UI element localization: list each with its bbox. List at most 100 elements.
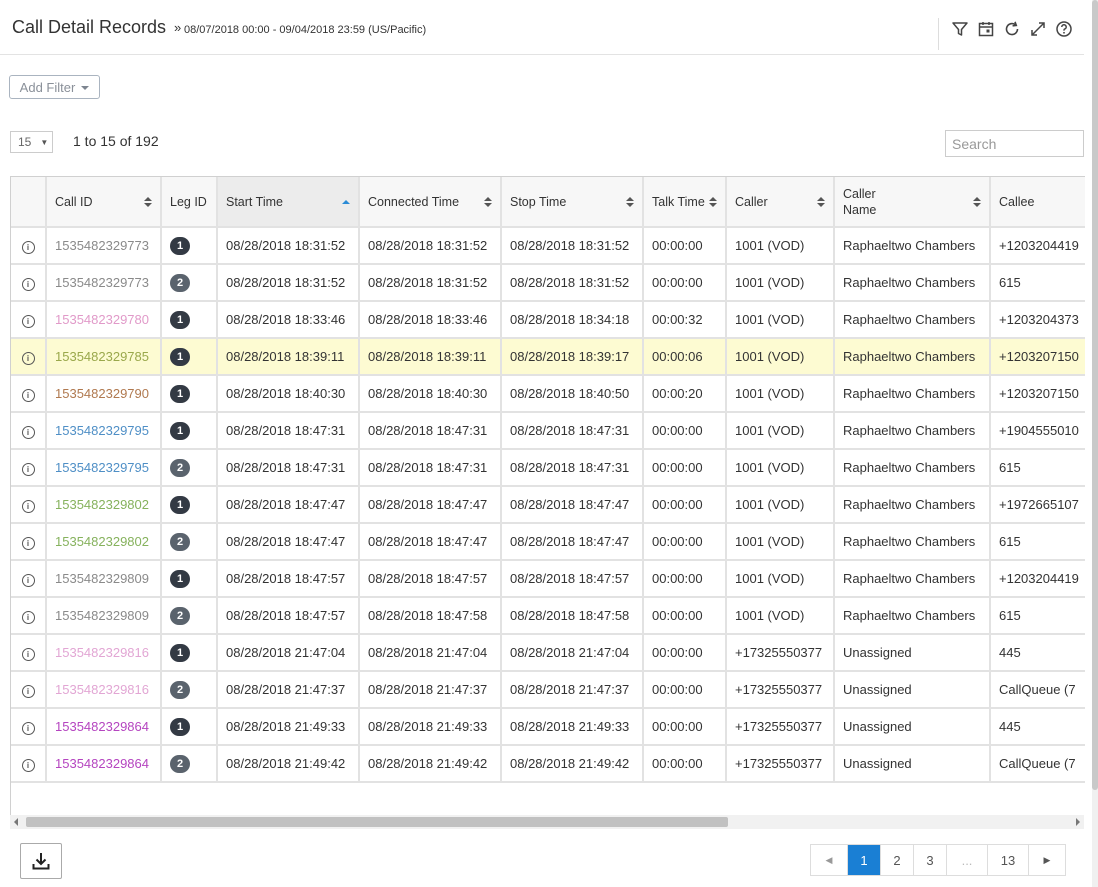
column-header-start-time[interactable]: Start Time xyxy=(217,177,360,228)
call-id-link[interactable]: 1535482329773 xyxy=(55,275,149,290)
download-button[interactable] xyxy=(20,843,62,879)
cell-caller-name: Raphaeltwo Chambers xyxy=(834,486,991,524)
info-icon[interactable]: i xyxy=(21,536,35,550)
help-icon[interactable] xyxy=(1053,18,1075,40)
info-icon[interactable]: i xyxy=(21,388,35,402)
calendar-icon[interactable] xyxy=(975,18,997,40)
scroll-left-icon[interactable] xyxy=(14,818,18,826)
cell-stop-time: 08/28/2018 18:40:50 xyxy=(501,375,644,413)
table-row[interactable]: i 1535482329795 1 08/28/2018 18:47:31 08/28/… xyxy=(11,412,1085,450)
column-header-call-id[interactable]: Call ID xyxy=(46,177,162,228)
prev-page-button[interactable]: ◀ xyxy=(811,845,848,875)
vertical-scrollbar-thumb[interactable] xyxy=(1092,0,1098,790)
cell-leg-id: 2 xyxy=(161,523,218,561)
table-row[interactable]: i 1535482329790 1 08/28/2018 18:40:30 08/28/… xyxy=(11,375,1085,413)
info-icon[interactable]: i xyxy=(21,610,35,624)
add-filter-button[interactable]: Add Filter xyxy=(9,75,100,99)
info-icon[interactable]: i xyxy=(21,499,35,513)
table-row[interactable]: i 1535482329785 1 08/28/2018 18:39:11 08/28/… xyxy=(11,338,1085,376)
call-id-link[interactable]: 1535482329802 xyxy=(55,534,149,549)
info-icon[interactable]: i xyxy=(21,314,35,328)
sort-icon[interactable] xyxy=(973,196,981,207)
page-2-button[interactable]: 2 xyxy=(881,845,914,875)
scroll-right-icon[interactable] xyxy=(1076,818,1080,826)
table-row[interactable]: i 1535482329864 2 08/28/2018 21:49:42 08/28/… xyxy=(11,745,1085,783)
info-icon[interactable]: i xyxy=(21,425,35,439)
info-icon[interactable]: i xyxy=(21,351,35,365)
call-id-link[interactable]: 1535482329790 xyxy=(55,386,149,401)
cell-talk-time: 00:00:00 xyxy=(643,708,727,746)
page-size-select[interactable]: 15 ▼ xyxy=(10,131,53,153)
sort-icon[interactable] xyxy=(709,196,717,207)
vertical-scrollbar[interactable] xyxy=(1092,0,1098,887)
refresh-icon[interactable] xyxy=(1001,18,1023,40)
sort-icon[interactable] xyxy=(144,196,152,207)
cell-caller-name: Unassigned xyxy=(834,634,991,672)
expand-icon[interactable] xyxy=(1027,18,1049,40)
page-13-button[interactable]: 13 xyxy=(988,845,1029,875)
cell-caller-name: Raphaeltwo Chambers xyxy=(834,449,991,487)
sort-icon[interactable] xyxy=(626,196,634,207)
cell-caller-name: Raphaeltwo Chambers xyxy=(834,560,991,598)
table-row[interactable]: i 1535482329809 2 08/28/2018 18:47:57 08/28/… xyxy=(11,597,1085,635)
cell-caller: 1001 (VOD) xyxy=(726,523,835,561)
page-1-button[interactable]: 1 xyxy=(848,845,881,875)
call-id-link[interactable]: 1535482329795 xyxy=(55,460,149,475)
call-id-link[interactable]: 1535482329809 xyxy=(55,571,149,586)
call-id-link[interactable]: 1535482329773 xyxy=(55,238,149,253)
table-row[interactable]: i 1535482329864 1 08/28/2018 21:49:33 08/28/… xyxy=(11,708,1085,746)
table-row[interactable]: i 1535482329802 2 08/28/2018 18:47:47 08/28/… xyxy=(11,523,1085,561)
cell-connected-time: 08/28/2018 18:31:52 xyxy=(359,264,502,302)
table-row[interactable]: i 1535482329816 2 08/28/2018 21:47:37 08/28/… xyxy=(11,671,1085,709)
column-header-label: Start Time xyxy=(226,194,283,209)
horizontal-scrollbar-thumb[interactable] xyxy=(26,817,728,827)
table-row[interactable]: i 1535482329809 1 08/28/2018 18:47:57 08/28/… xyxy=(11,560,1085,598)
table-row[interactable]: i 1535482329780 1 08/28/2018 18:33:46 08/28/… xyxy=(11,301,1085,339)
cell-callee: +1203204419 xyxy=(990,227,1085,265)
cell-callee: +1203207150 xyxy=(990,375,1085,413)
call-id-link[interactable]: 1535482329785 xyxy=(55,349,149,364)
info-icon[interactable]: i xyxy=(21,684,35,698)
call-id-link[interactable]: 1535482329809 xyxy=(55,608,149,623)
info-icon[interactable]: i xyxy=(21,721,35,735)
call-id-link[interactable]: 1535482329802 xyxy=(55,497,149,512)
info-icon[interactable]: i xyxy=(21,277,35,291)
call-id-link[interactable]: 1535482329816 xyxy=(55,645,149,660)
leg-badge: 2 xyxy=(170,273,190,292)
sort-icon[interactable] xyxy=(342,199,350,204)
sort-icon[interactable] xyxy=(484,196,492,207)
cell-caller-name: Raphaeltwo Chambers xyxy=(834,264,991,302)
page-header: Call Detail Records » 08/07/2018 00:00 -… xyxy=(0,0,1084,55)
cell-callee: CallQueue (7 xyxy=(990,745,1085,783)
cell-call-id: 1535482329780 xyxy=(46,301,162,339)
sort-icon[interactable] xyxy=(817,196,825,207)
search-input[interactable] xyxy=(945,130,1084,157)
call-id-link[interactable]: 1535482329795 xyxy=(55,423,149,438)
table-row[interactable]: i 1535482329802 1 08/28/2018 18:47:47 08/28/… xyxy=(11,486,1085,524)
call-id-link[interactable]: 1535482329864 xyxy=(55,756,149,771)
column-header-caller[interactable]: Caller xyxy=(726,177,835,228)
info-icon[interactable]: i xyxy=(21,758,35,772)
pagination: ◀ 1 2 3... 13 ▶ xyxy=(810,844,1066,876)
table-row[interactable]: i 1535482329773 1 08/28/2018 18:31:52 08/28/… xyxy=(11,227,1085,265)
horizontal-scrollbar[interactable] xyxy=(10,815,1084,829)
page-ellipsis[interactable]: ... xyxy=(947,845,988,875)
table-row[interactable]: i 1535482329795 2 08/28/2018 18:47:31 08/28/… xyxy=(11,449,1085,487)
column-header-talk-time[interactable]: Talk Time xyxy=(643,177,727,228)
call-id-link[interactable]: 1535482329816 xyxy=(55,682,149,697)
filter-icon[interactable] xyxy=(949,18,971,40)
info-icon[interactable]: i xyxy=(21,462,35,476)
table-row[interactable]: i 1535482329773 2 08/28/2018 18:31:52 08/28/… xyxy=(11,264,1085,302)
column-header-connected-time[interactable]: Connected Time xyxy=(359,177,502,228)
leg-badge: 1 xyxy=(170,643,190,662)
call-id-link[interactable]: 1535482329864 xyxy=(55,719,149,734)
table-row[interactable]: i 1535482329816 1 08/28/2018 21:47:04 08/28/… xyxy=(11,634,1085,672)
call-id-link[interactable]: 1535482329780 xyxy=(55,312,149,327)
info-icon[interactable]: i xyxy=(21,647,35,661)
column-header-caller-name[interactable]: Caller Name xyxy=(834,177,991,228)
info-icon[interactable]: i xyxy=(21,573,35,587)
column-header-stop-time[interactable]: Stop Time xyxy=(501,177,644,228)
page-3-button[interactable]: 3 xyxy=(914,845,947,875)
info-icon[interactable]: i xyxy=(21,240,35,254)
next-page-button[interactable]: ▶ xyxy=(1029,845,1065,875)
